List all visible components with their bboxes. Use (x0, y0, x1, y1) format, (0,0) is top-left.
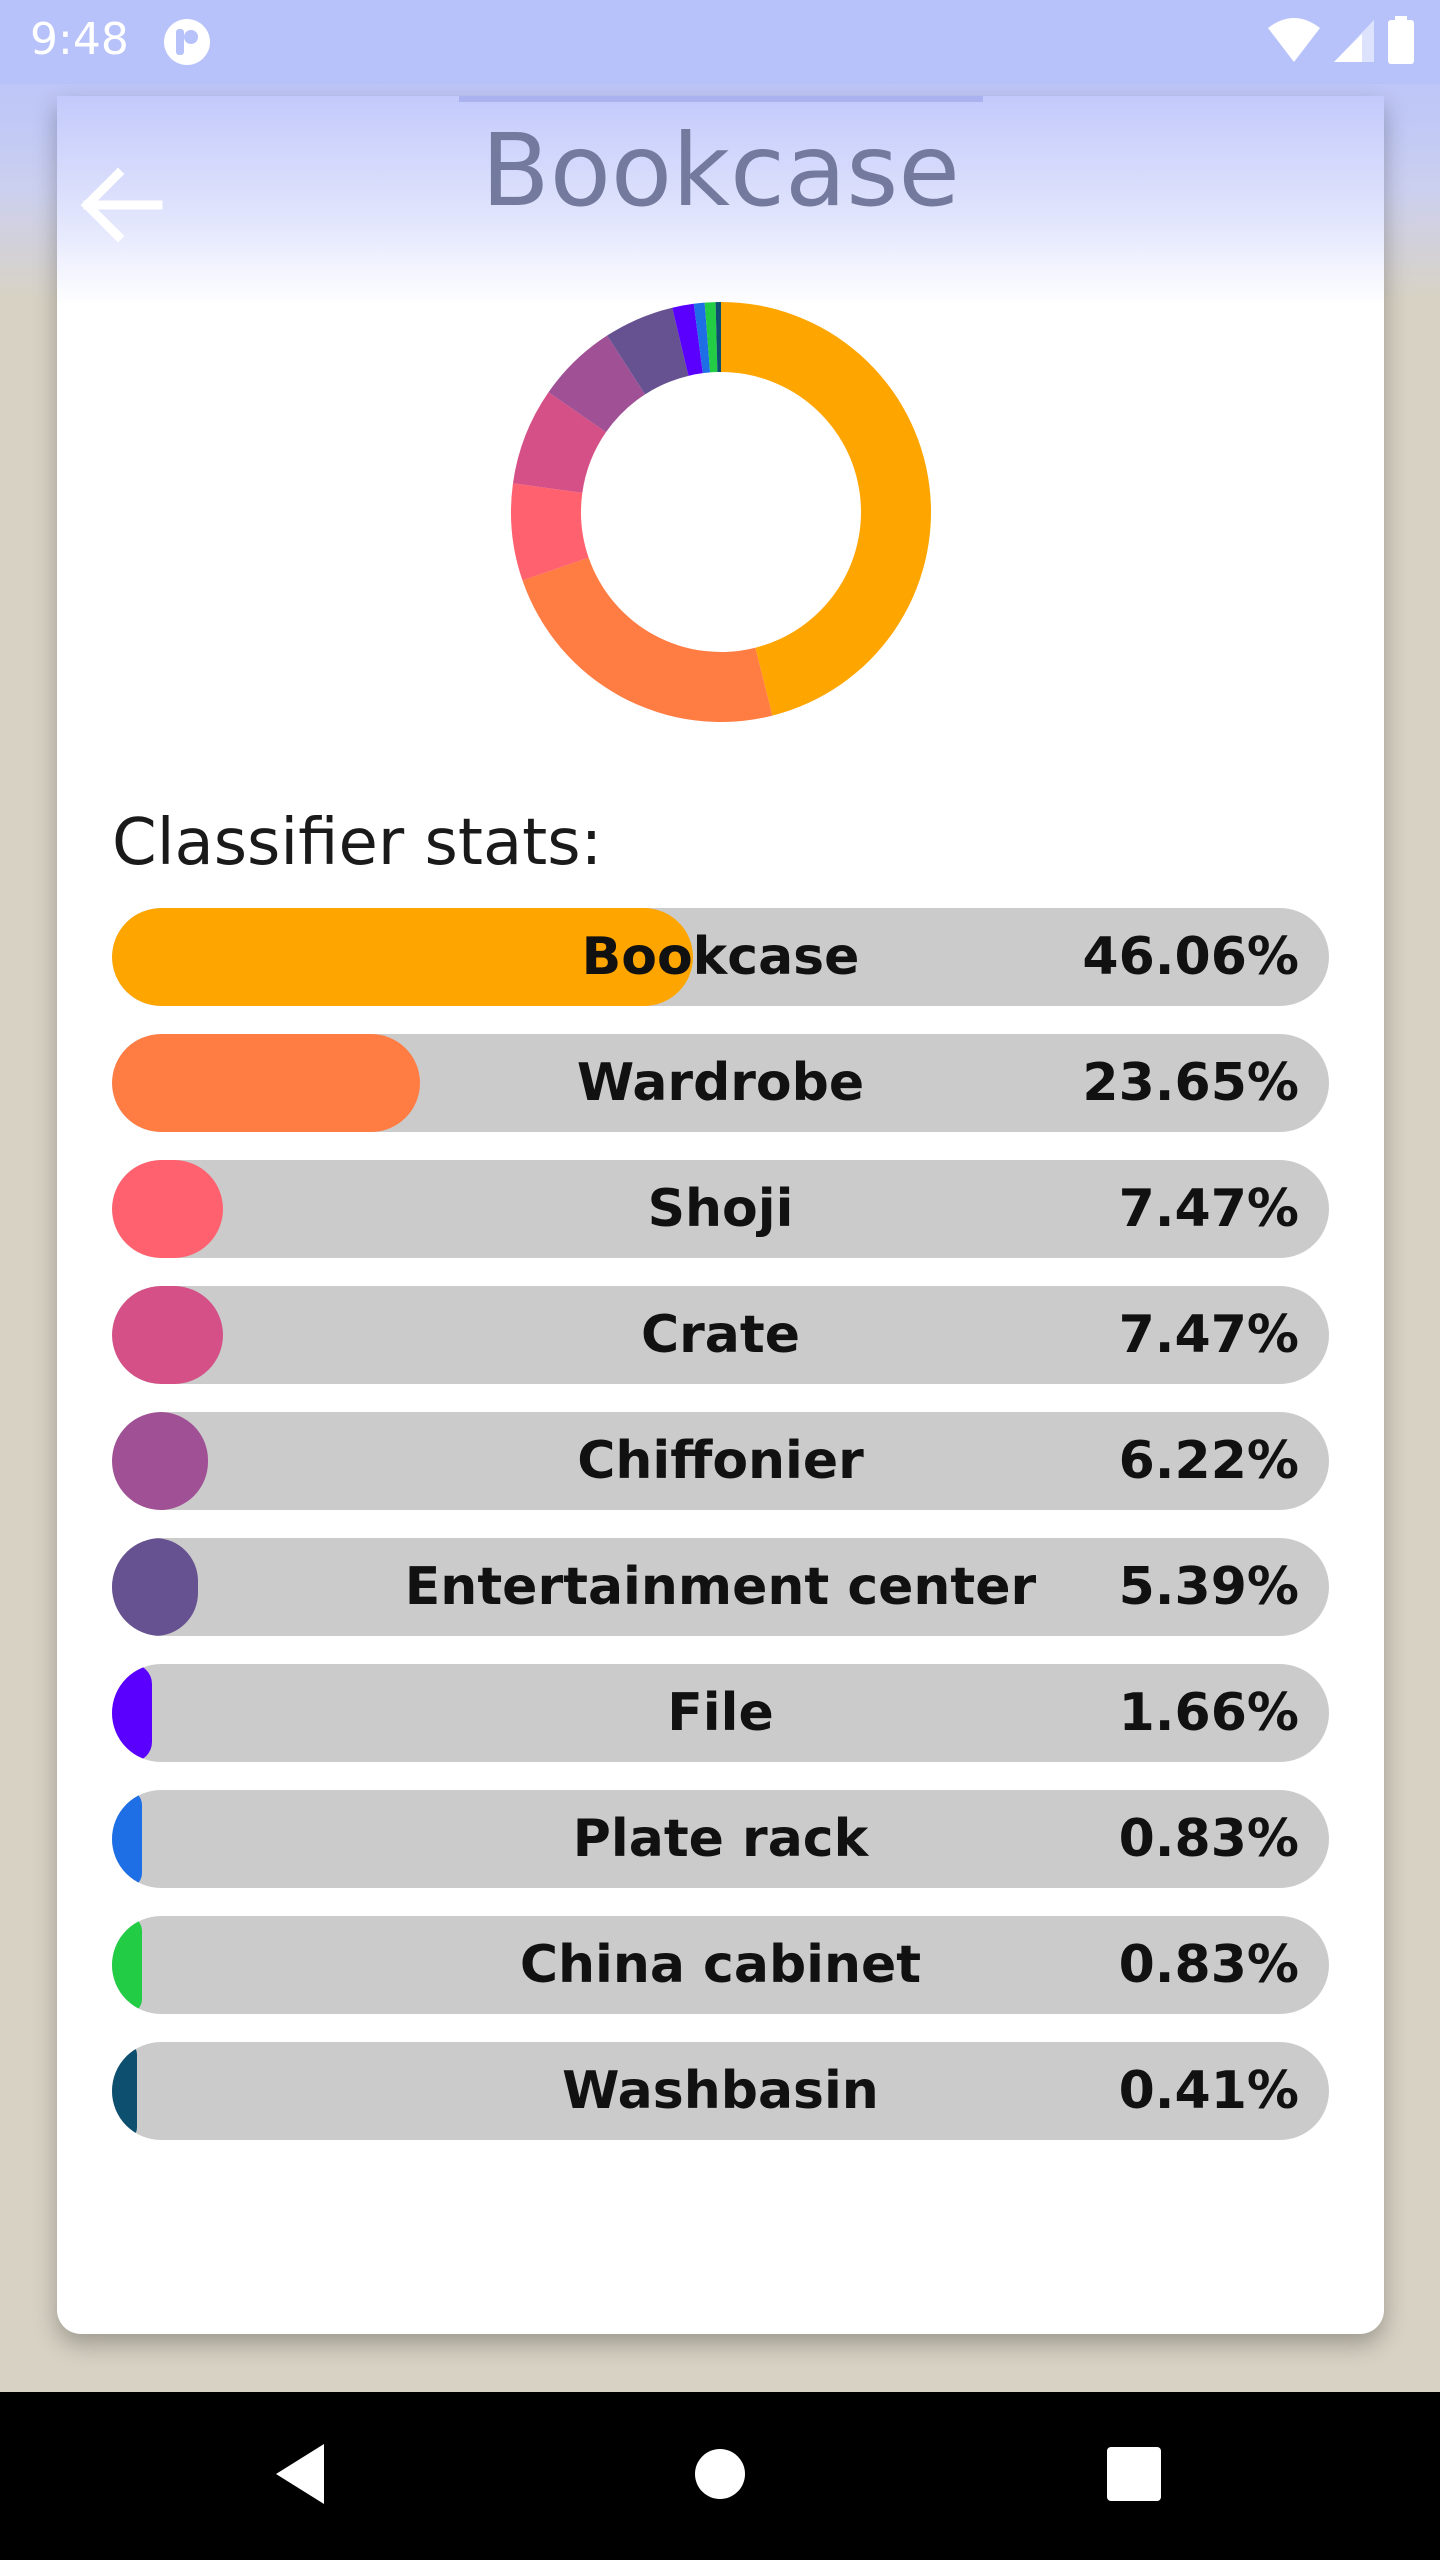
stat-row: Bookcase 46.06% (112, 908, 1329, 1006)
stat-row: Washbasin 0.41% (112, 2042, 1329, 2140)
app-notification-icon (164, 19, 210, 65)
stat-row: File 1.66% (112, 1664, 1329, 1762)
arrow-left-icon (80, 167, 163, 243)
stat-value: 1.66% (1118, 1683, 1299, 1743)
home-circle-icon (695, 2449, 745, 2499)
signal-icon (1334, 20, 1374, 62)
status-time: 9:48 (30, 14, 129, 65)
wifi-icon (1268, 18, 1320, 62)
classifier-donut-chart (511, 302, 931, 722)
stat-value: 46.06% (1082, 927, 1299, 987)
stat-value: 23.65% (1082, 1053, 1299, 1113)
stat-value: 5.39% (1118, 1557, 1299, 1617)
stat-row: Shoji 7.47% (112, 1160, 1329, 1258)
recents-square-icon (1107, 2447, 1161, 2501)
stat-value: 0.83% (1118, 1809, 1299, 1869)
nav-home-button[interactable] (680, 2434, 760, 2514)
stat-row: Wardrobe 23.65% (112, 1034, 1329, 1132)
stat-value: 6.22% (1118, 1431, 1299, 1491)
stat-row: Crate 7.47% (112, 1286, 1329, 1384)
donut-slice (522, 557, 773, 722)
navigation-bar (0, 2392, 1440, 2560)
back-button[interactable] (70, 150, 180, 260)
stat-row: Entertainment center 5.39% (112, 1538, 1329, 1636)
stat-row: Plate rack 0.83% (112, 1790, 1329, 1888)
stat-value: 0.83% (1118, 1935, 1299, 1995)
stat-value: 0.41% (1118, 2061, 1299, 2121)
title-tab-accent (459, 96, 983, 102)
stats-card: Bookcase Classifier stats: Bookcase 46.06… (57, 96, 1384, 2334)
stat-value: 7.47% (1118, 1305, 1299, 1365)
battery-icon (1388, 16, 1414, 64)
status-bar: 9:48 (0, 0, 1440, 84)
nav-recents-button[interactable] (1094, 2434, 1174, 2514)
stat-row: Chiffonier 6.22% (112, 1412, 1329, 1510)
page-title: Bookcase (481, 112, 960, 229)
back-triangle-icon (276, 2444, 324, 2504)
stat-value: 7.47% (1118, 1179, 1299, 1239)
stats-heading: Classifier stats: (112, 806, 603, 880)
nav-back-button[interactable] (262, 2434, 342, 2514)
stat-row: China cabinet 0.83% (112, 1916, 1329, 2014)
